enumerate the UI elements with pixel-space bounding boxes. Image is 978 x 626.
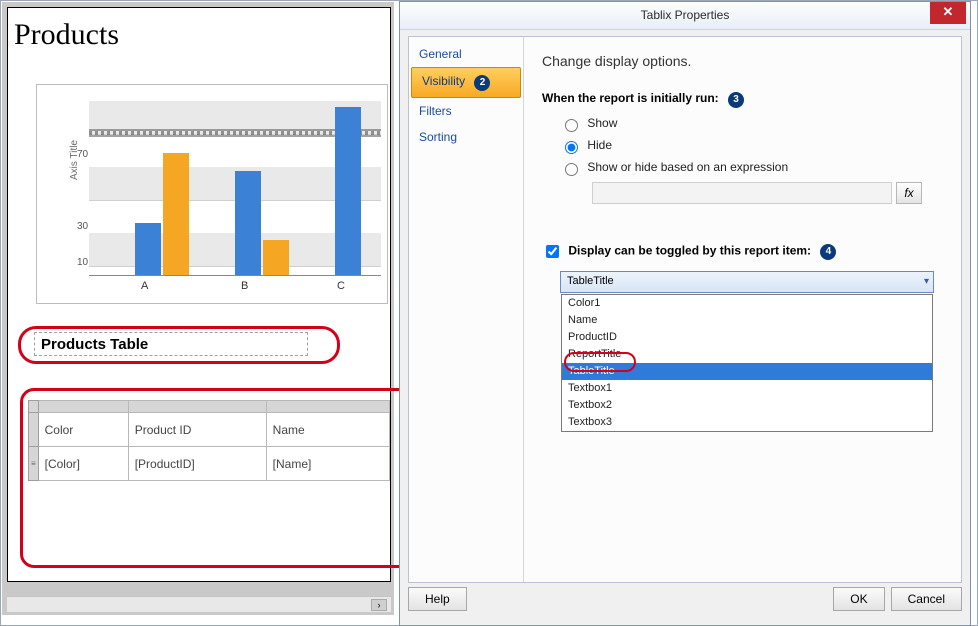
col-header-name[interactable]: Name — [266, 413, 389, 447]
combo-option-tabletitle[interactable]: TableTitle — [562, 363, 932, 380]
ytick-30: 30 — [77, 221, 88, 232]
ytick-10: 10 — [77, 257, 88, 268]
horizontal-scrollbar[interactable]: › — [7, 596, 391, 612]
radio-hide-label: Hide — [587, 138, 612, 152]
visibility-radio-group: Show Hide Show or hide based on an expre… — [560, 116, 943, 204]
combo-option-textbox3[interactable]: Textbox3 — [562, 414, 932, 431]
field-name[interactable]: [Name] — [266, 447, 389, 481]
cancel-button[interactable]: Cancel — [891, 587, 962, 611]
nav-visibility-label: Visibility — [422, 74, 465, 88]
col-header-productid[interactable]: Product ID — [128, 413, 266, 447]
report-title[interactable]: Products — [14, 18, 119, 52]
radio-show[interactable] — [565, 119, 578, 132]
xtick-a: A — [141, 280, 148, 292]
nav-visibility[interactable]: Visibility 2 — [411, 67, 521, 98]
bar-b-series1 — [235, 171, 261, 275]
nav-general[interactable]: General — [409, 41, 523, 67]
combo-option-productid[interactable]: ProductID — [562, 329, 932, 346]
tablix[interactable]: Color Product ID Name ≡ [Color] [Product… — [28, 400, 390, 481]
field-color[interactable]: [Color] — [38, 447, 128, 481]
col-header-color[interactable]: Color — [38, 413, 128, 447]
dialog-title: Tablix Properties — [641, 8, 730, 22]
dialog-footer: Help Cancel OK — [408, 587, 962, 617]
callout-badge-4: 4 — [820, 244, 836, 260]
fx-button[interactable]: fx — [896, 182, 922, 204]
callout-badge-3: 3 — [728, 92, 744, 108]
field-productid[interactable]: [ProductID] — [128, 447, 266, 481]
section-header: Change display options. — [542, 53, 943, 69]
xtick-c: C — [337, 280, 345, 292]
combo-option-name[interactable]: Name — [562, 312, 932, 329]
close-button[interactable]: ✕ — [930, 2, 966, 24]
combo-option-textbox2[interactable]: Textbox2 — [562, 397, 932, 414]
run-label: When the report is initially run: — [542, 91, 719, 105]
combo-option-color1[interactable]: Color1 — [562, 295, 932, 312]
bar-a-series2 — [163, 153, 189, 275]
scroll-right-icon[interactable]: › — [371, 599, 387, 611]
ytick-70: 70 — [77, 149, 88, 160]
bar-b-series2 — [263, 240, 289, 275]
dialog-content: Change display options. When the report … — [524, 37, 961, 582]
chevron-down-icon: ▾ — [924, 276, 929, 287]
toggle-label: Display can be toggled by this report it… — [568, 243, 811, 257]
radio-hide[interactable] — [565, 141, 578, 154]
dialog-nav: General Visibility 2 Filters Sorting — [409, 37, 524, 582]
nav-filters[interactable]: Filters — [409, 98, 523, 124]
bar-c-series1 — [335, 107, 361, 275]
expression-input — [592, 182, 892, 204]
toggle-item-combo[interactable]: TableTitle ▾ Color1 Name ProductID Repor… — [560, 271, 934, 293]
radio-expression[interactable] — [565, 163, 578, 176]
radio-expression-label: Show or hide based on an expression — [587, 160, 788, 174]
combo-option-textbox1[interactable]: Textbox1 — [562, 380, 932, 397]
combo-dropdown-list: Color1 Name ProductID ReportTitle TableT… — [561, 294, 933, 432]
xtick-b: B — [241, 280, 248, 292]
close-icon: ✕ — [943, 4, 954, 19]
tablix-properties-dialog: Tablix Properties ✕ General Visibility 2… — [399, 1, 971, 626]
radio-show-label: Show — [587, 116, 617, 130]
combo-option-reporttitle[interactable]: ReportTitle — [562, 346, 932, 363]
nav-sorting[interactable]: Sorting — [409, 124, 523, 150]
ok-button[interactable]: OK — [833, 587, 884, 611]
chart-region[interactable]: Axis Title 10 30 70 — [36, 84, 388, 304]
help-button[interactable]: Help — [408, 587, 467, 611]
dialog-titlebar[interactable]: Tablix Properties ✕ — [400, 2, 970, 30]
callout-badge-2: 2 — [474, 75, 490, 91]
table-title-textbox[interactable]: Products Table — [34, 332, 308, 356]
combo-selected-value: TableTitle — [567, 275, 614, 287]
report-designer-surface: Products Axis Title 1 — [2, 2, 394, 615]
report-body[interactable]: Products Axis Title 1 — [7, 7, 391, 582]
bar-a-series1 — [135, 223, 161, 275]
toggle-checkbox[interactable] — [546, 245, 559, 258]
plot-area — [89, 101, 381, 275]
